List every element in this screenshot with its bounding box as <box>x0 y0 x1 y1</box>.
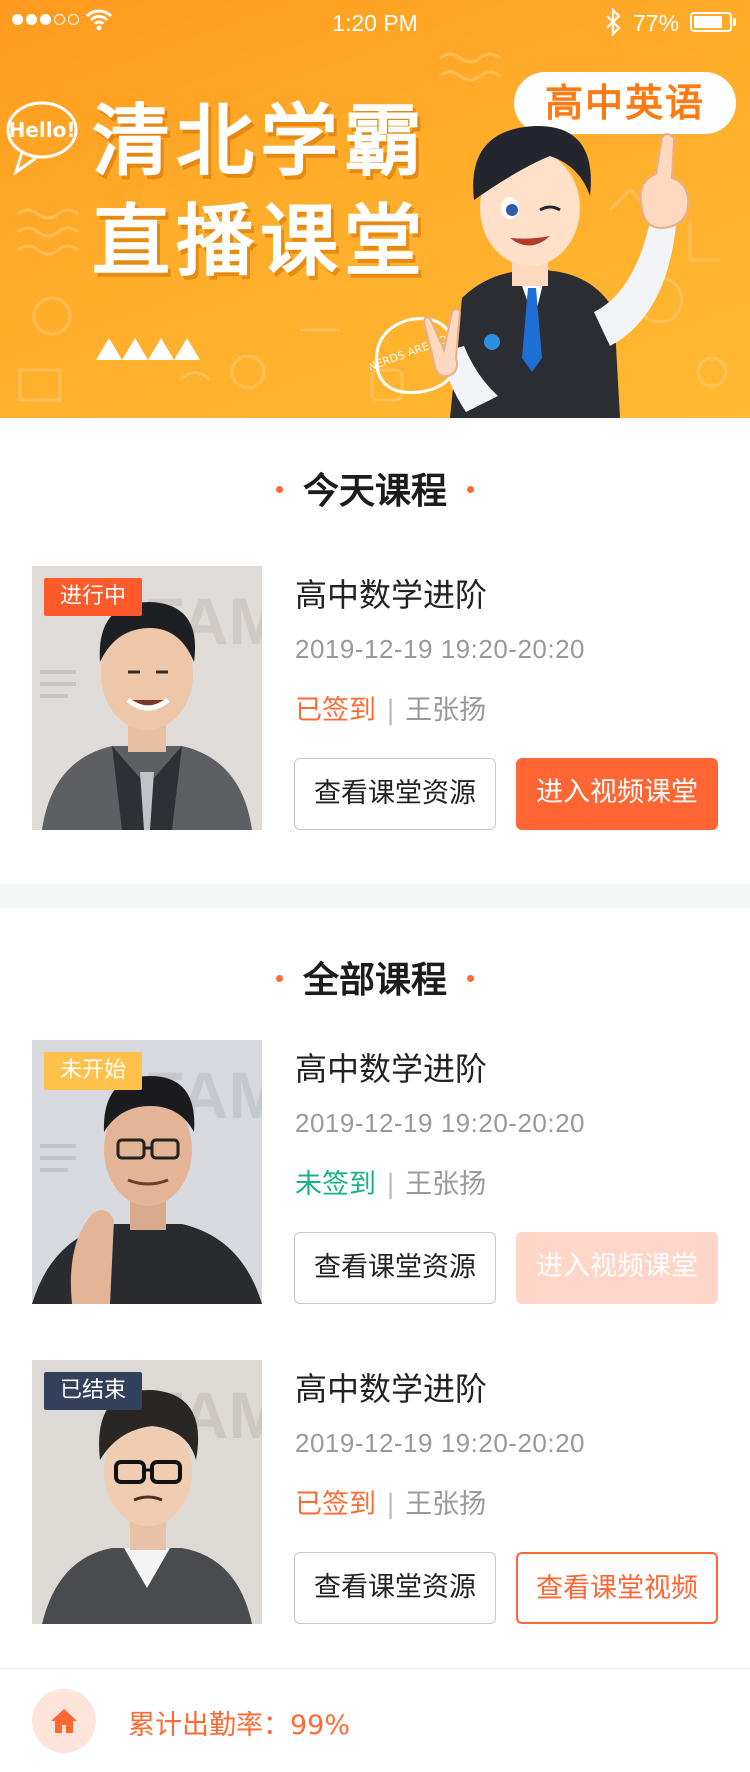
teacher-name: 王张扬 <box>405 1169 487 1200</box>
status-bar: 1:20 PM 77% <box>0 0 750 46</box>
course-title: 高中数学进阶 <box>295 576 488 614</box>
teacher-name: 王张扬 <box>405 695 487 726</box>
view-resources-button[interactable]: 查看课堂资源 <box>294 1232 496 1304</box>
title-dot-right <box>467 485 474 493</box>
battery-percentage: 77% <box>633 10 680 36</box>
course-card[interactable]: FAMOUS 已结束 高中数学进阶 2019-12-19 19:20-20:20… <box>0 1360 750 1624</box>
mascot-student-illustration: NERDS ARE COOL <box>370 125 690 418</box>
title-dot-left <box>275 485 283 493</box>
home-button[interactable] <box>32 1689 96 1753</box>
course-time: 2019-12-19 19:20-20:20 <box>295 1428 586 1458</box>
view-resources-button[interactable]: 查看课堂资源 <box>294 758 496 830</box>
section-divider <box>0 884 750 908</box>
course-title: 高中数学进阶 <box>295 1050 488 1088</box>
sign-in-status: 已签到 <box>295 695 376 726</box>
status-badge: 已结束 <box>44 1372 143 1410</box>
home-icon <box>51 1709 77 1733</box>
title-dot-left <box>275 974 283 982</box>
sign-in-status: 未签到 <box>295 1169 376 1200</box>
course-time: 2019-12-19 19:20-20:20 <box>295 634 586 664</box>
sign-in-status: 已签到 <box>295 1489 376 1520</box>
course-meta: 未签到 | 王张扬 <box>295 1162 486 1201</box>
today-section-title: 今天课程 <box>0 462 750 514</box>
teacher-name: 王张扬 <box>405 1489 487 1520</box>
triangle-decoration <box>96 338 200 360</box>
course-meta: 已签到 | 王张扬 <box>295 1482 486 1521</box>
meta-separator: | <box>386 1169 396 1200</box>
all-section-label: 全部课程 <box>302 960 447 1001</box>
view-resources-button[interactable]: 查看课堂资源 <box>294 1552 496 1624</box>
all-section-title: 全部课程 <box>0 951 750 1003</box>
course-time: 2019-12-19 19:20-20:20 <box>295 1108 586 1138</box>
battery-icon <box>690 12 736 32</box>
teacher-photo: FAMOUS 未开始 <box>32 1040 262 1304</box>
footer-bar: 累计出勤率：99% <box>0 1668 750 1772</box>
enter-video-class-button[interactable]: 进入视频课堂 <box>516 1232 718 1304</box>
title-dot-right <box>467 974 474 982</box>
hero-banner[interactable]: 1:20 PM 77% Hello! 清北学霸 直播课堂 高中英语 NERDS … <box>0 0 750 418</box>
course-card[interactable]: FAMOUS 未开始 高中数学进阶 2019-12-19 19:20-20:20… <box>0 1040 750 1304</box>
meta-separator: | <box>386 695 396 726</box>
view-class-video-button[interactable]: 查看课堂视频 <box>516 1552 718 1624</box>
teacher-photo: FAMOUS 进行中 <box>32 566 262 830</box>
course-title: 高中数学进阶 <box>295 1370 488 1408</box>
enter-video-class-button[interactable]: 进入视频课堂 <box>516 758 718 830</box>
bluetooth-icon <box>606 8 621 36</box>
status-badge: 未开始 <box>44 1052 143 1090</box>
today-section-label: 今天课程 <box>302 471 447 512</box>
today-course-card[interactable]: FAMOUS 进行中 高中数学进阶 2019-12-19 19:20-20:20… <box>0 566 750 830</box>
hello-speech-bubble: Hello! <box>6 101 78 176</box>
hello-text: Hello! <box>9 118 76 142</box>
attendance-rate: 累计出勤率：99% <box>128 1710 351 1741</box>
teacher-photo: FAMOUS 已结束 <box>32 1360 262 1624</box>
course-meta: 已签到 | 王张扬 <box>295 688 486 727</box>
meta-separator: | <box>386 1489 396 1520</box>
status-badge: 进行中 <box>44 578 143 616</box>
